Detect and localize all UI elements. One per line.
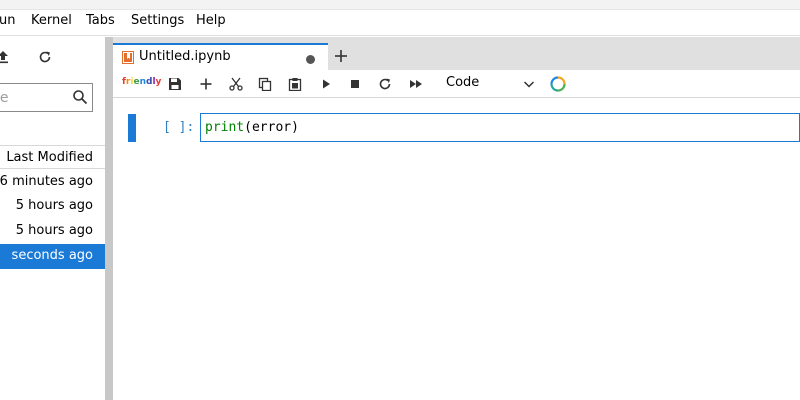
- copy-icon[interactable]: [256, 75, 274, 93]
- menu-run[interactable]: un: [0, 13, 15, 28]
- file-browser: ne Last Modified 26 minutes ago 5 hours …: [0, 37, 105, 400]
- notebook-toolbar: friendly Code: [113, 70, 800, 98]
- file-modified: seconds ago: [11, 248, 93, 263]
- cut-icon[interactable]: [227, 75, 245, 93]
- file-row-selected[interactable]: seconds ago: [0, 244, 105, 269]
- code-args: (error): [244, 120, 299, 135]
- stop-icon[interactable]: [346, 75, 364, 93]
- code-builtin: print: [205, 120, 245, 135]
- search-icon: [72, 89, 88, 105]
- window-top-strip: [0, 0, 800, 10]
- file-modified: 5 hours ago: [15, 223, 93, 238]
- code-cell[interactable]: [ ]: print(error): [113, 112, 800, 144]
- file-row[interactable]: 5 hours ago: [0, 194, 105, 219]
- restart-icon[interactable]: [376, 75, 394, 93]
- code-line: print(error): [205, 120, 299, 135]
- file-row[interactable]: 26 minutes ago: [0, 170, 105, 195]
- file-modified: 5 hours ago: [15, 198, 93, 213]
- cell-type-value: Code: [446, 75, 480, 90]
- panel-splitter[interactable]: [105, 37, 113, 400]
- upload-icon[interactable]: [0, 48, 12, 66]
- column-header-last-modified[interactable]: Last Modified: [0, 145, 105, 169]
- menu-bar: un Kernel Tabs Settings Help: [0, 0, 800, 36]
- kernel-status-icon[interactable]: [550, 76, 566, 92]
- paste-icon[interactable]: [286, 75, 304, 93]
- cell-collapser[interactable]: [128, 114, 136, 142]
- refresh-icon[interactable]: [36, 48, 54, 66]
- menu-settings[interactable]: Settings: [131, 13, 184, 28]
- add-tab-icon[interactable]: [329, 45, 353, 67]
- tab-title: Untitled.ipynb: [139, 49, 231, 64]
- notebook-panel: Untitled.ipynb friendly Code []: print(…: [113, 37, 800, 400]
- menu-kernel[interactable]: Kernel: [31, 13, 72, 28]
- friendly-button[interactable]: friendly: [122, 77, 161, 87]
- file-modified: 26 minutes ago: [0, 174, 93, 189]
- cell-prompt: [ ]:: [163, 120, 195, 135]
- save-icon[interactable]: [166, 75, 184, 93]
- file-search-placeholder: ne: [0, 90, 9, 106]
- fast-forward-icon[interactable]: [407, 75, 425, 93]
- tab-bar: Untitled.ipynb: [113, 37, 800, 71]
- run-icon[interactable]: [317, 75, 335, 93]
- chevron-down-icon: [522, 77, 536, 91]
- unsaved-dot-icon[interactable]: [306, 55, 315, 64]
- cell-type-select[interactable]: Code: [446, 75, 536, 93]
- tab-untitled-notebook[interactable]: Untitled.ipynb: [113, 43, 328, 71]
- notebook-icon: [122, 51, 134, 64]
- menu-tabs[interactable]: Tabs: [86, 13, 115, 28]
- code-editor[interactable]: print(error): [200, 113, 800, 142]
- file-search-input[interactable]: ne: [0, 83, 93, 112]
- file-row[interactable]: 5 hours ago: [0, 219, 105, 244]
- menu-help[interactable]: Help: [196, 13, 226, 28]
- add-cell-icon[interactable]: [197, 75, 215, 93]
- column-header-label: Last Modified: [6, 150, 93, 165]
